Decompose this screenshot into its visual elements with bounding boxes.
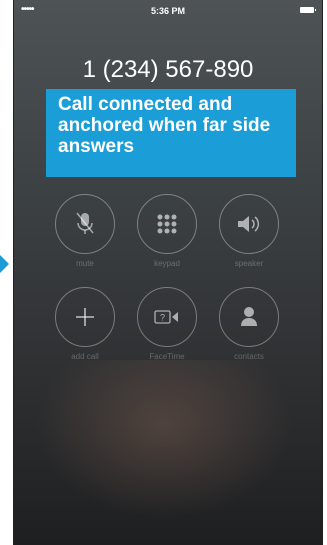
facetime-button[interactable]: ? [137,287,197,347]
contact-icon [220,288,278,346]
background-glow [34,360,294,520]
facetime-label: FaceTime [149,352,185,361]
phone-screen: ••••• 5:36 PM 1 (234) 567-890 Call conne… [13,0,323,545]
contacts-label: contacts [234,352,264,361]
annotation-callout: Call connected and anchored when far sid… [46,89,296,177]
contacts-button[interactable] [219,287,279,347]
svg-text:?: ? [160,313,165,323]
phone-number: 1 (234) 567-890 [82,56,254,83]
battery-icon [300,7,316,13]
facetime-icon: ? [138,288,196,346]
speaker-icon [220,195,278,253]
status-time: 5:36 PM [150,6,185,16]
mute-button[interactable] [55,194,115,254]
add-call-label: add call [71,352,99,361]
speaker-button[interactable] [219,194,279,254]
status-bar: ••••• 5:36 PM [14,0,322,22]
microphone-muted-icon [56,195,114,253]
plus-icon [56,288,114,346]
keypad-label: keypad [154,259,180,268]
speaker-label: speaker [234,259,264,268]
keypad-button[interactable] [137,194,197,254]
keypad-icon [138,195,196,253]
mute-label: mute [76,259,94,268]
pointer-arrow [0,255,9,273]
add-call-button[interactable] [55,287,115,347]
